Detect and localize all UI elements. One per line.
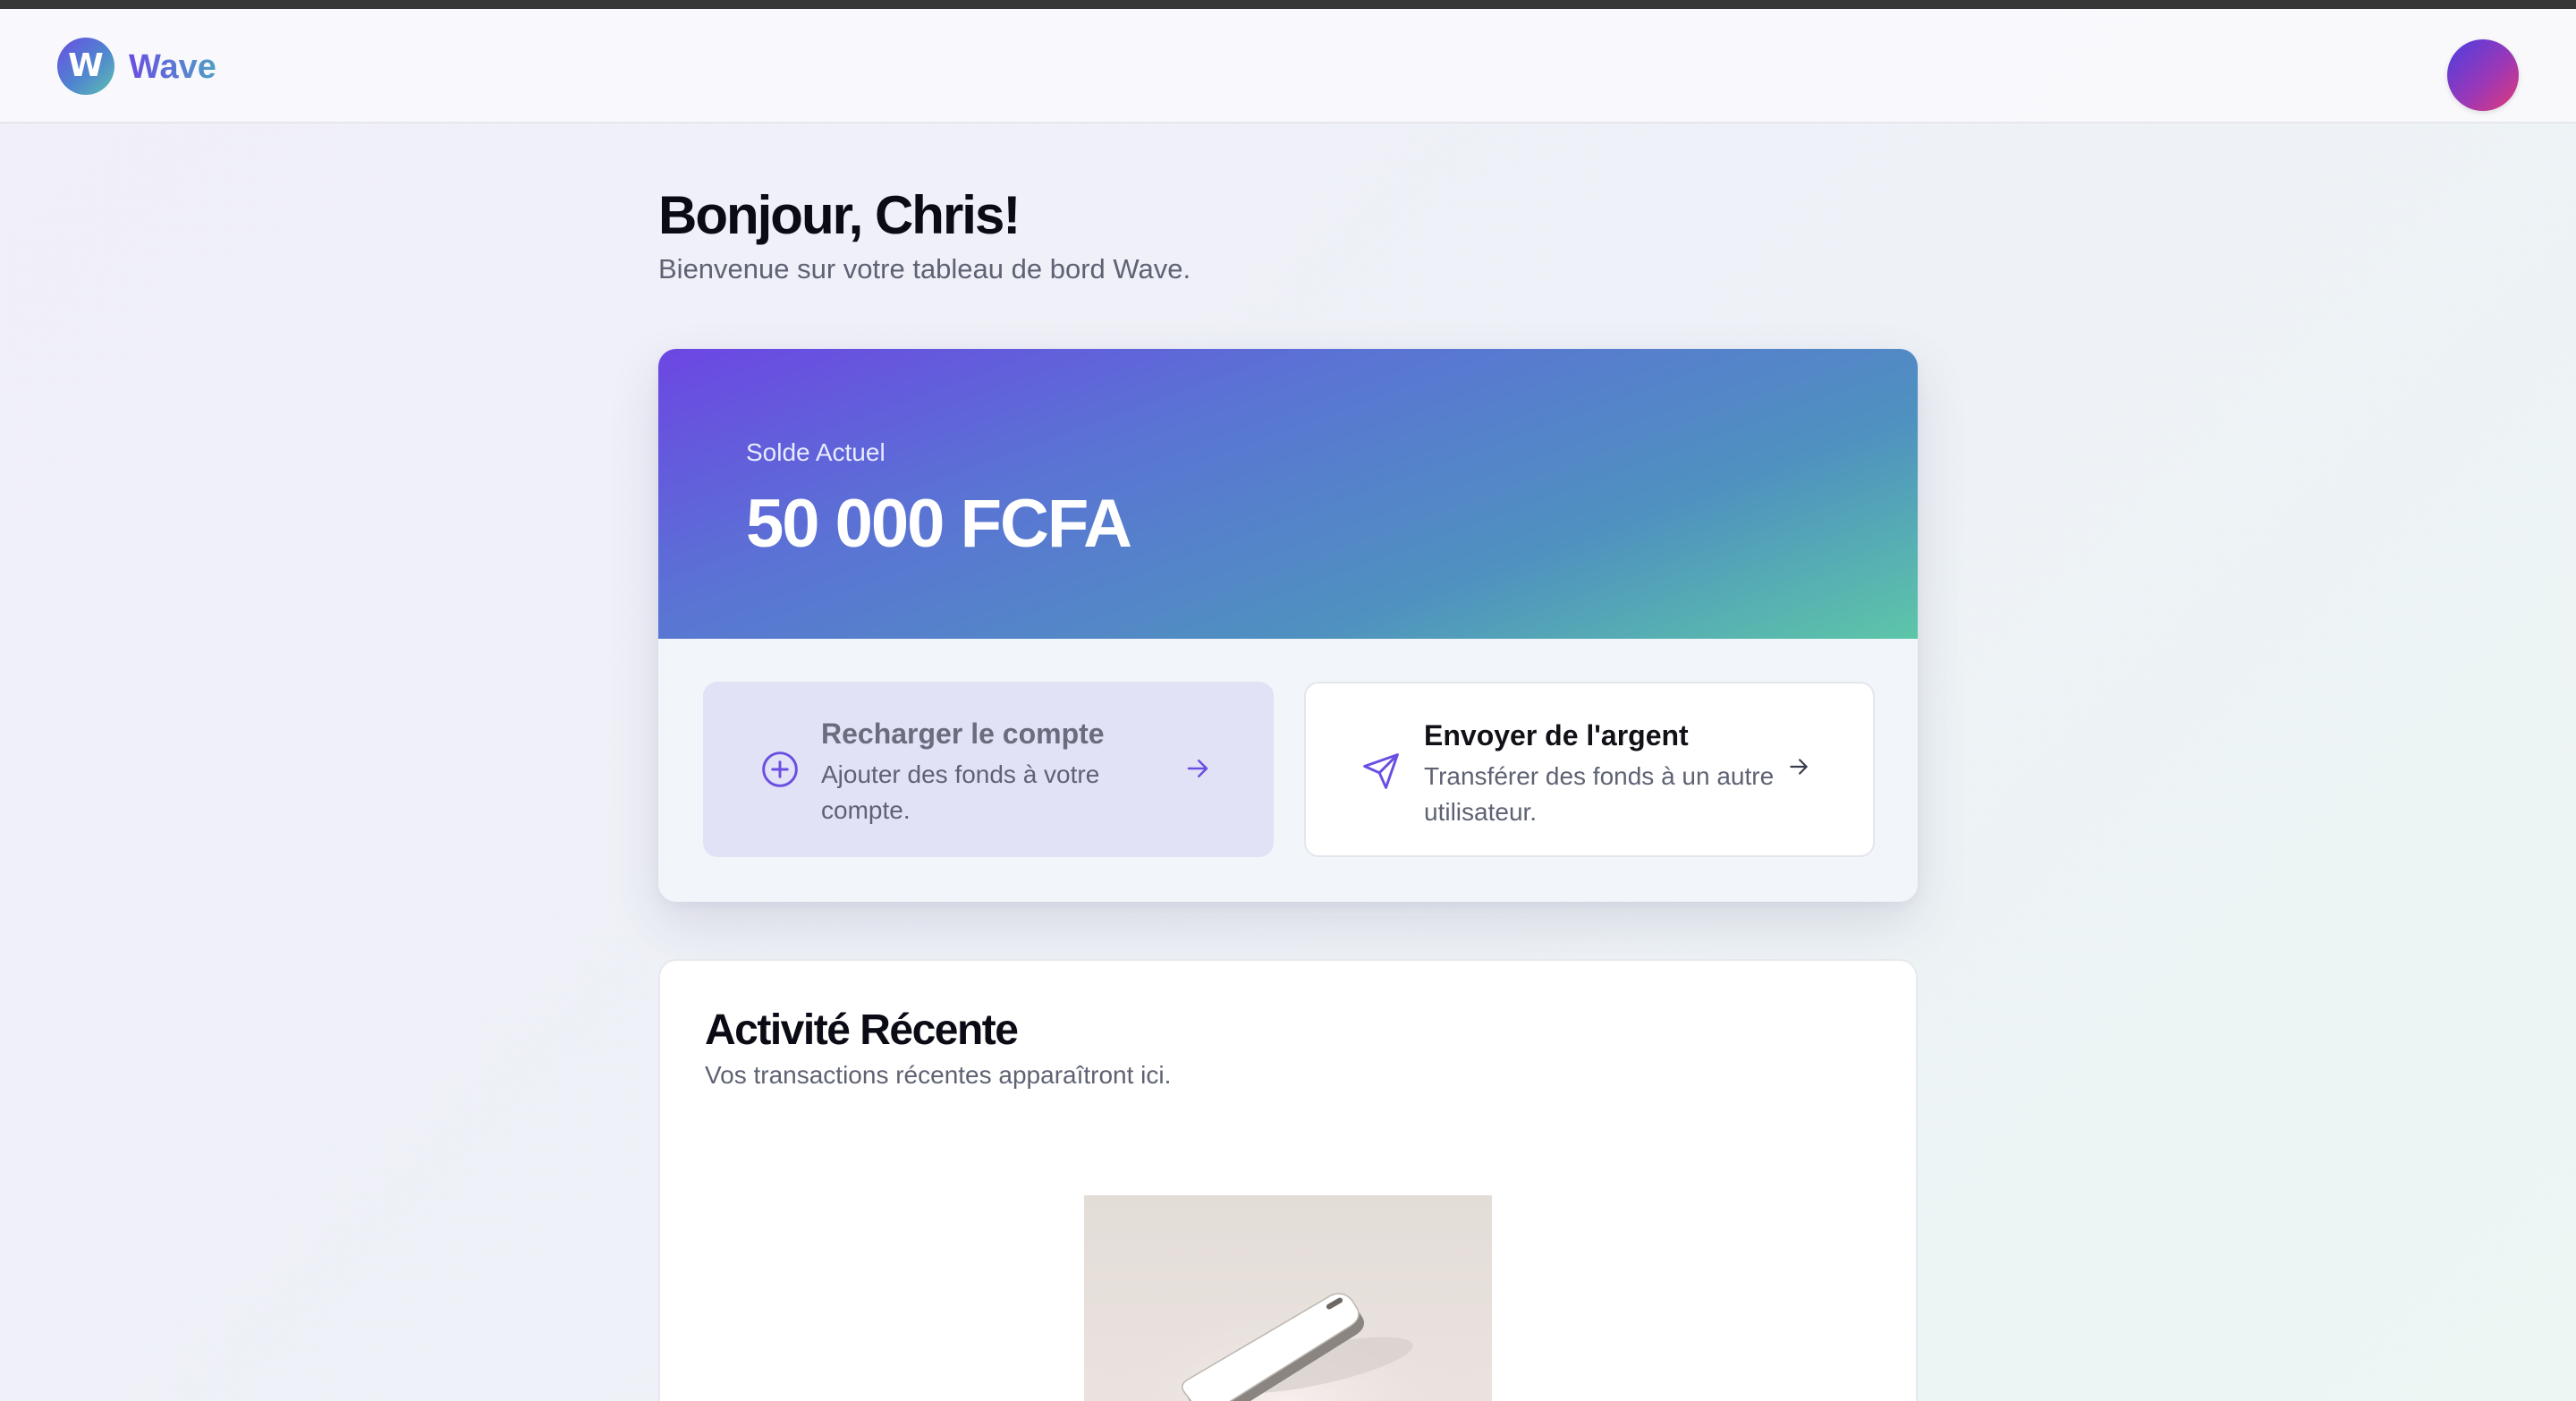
recent-activity-title: Activité Récente (705, 1006, 1019, 1054)
arrow-right-icon (1790, 759, 1808, 775)
send-description: Transférer des fonds à un autre utilisat… (1424, 762, 1775, 826)
wave-logo[interactable]: W (57, 38, 114, 95)
arrow-right-icon (1187, 760, 1208, 777)
balance-value: 50 000 FCFA (746, 486, 1132, 562)
send-title: Envoyer de l'argent (1424, 719, 1689, 751)
page-title: Bonjour, Chris! (658, 185, 1021, 245)
empty-state-phone-illustration (1084, 1195, 1492, 1401)
balance-label: Solde Actuel (746, 438, 886, 466)
send-icon (1363, 753, 1399, 789)
recent-activity-card: Activité Récente Vos transactions récent… (658, 959, 1918, 1401)
recent-activity-subtitle: Vos transactions récentes apparaîtront i… (705, 1061, 1172, 1089)
recharge-account-button[interactable]: Recharger le compte Ajouter des fonds à … (703, 682, 1274, 857)
send-money-button[interactable]: Envoyer de l'argent Transférer des fonds… (1304, 682, 1875, 857)
window-top-strip (0, 0, 2576, 9)
balance-card: Solde Actuel 50 000 FCFA Recharger le co… (658, 349, 1918, 902)
app-name[interactable]: Wave (129, 48, 216, 87)
plus-circle-icon (762, 751, 798, 787)
balance-banner: Solde Actuel 50 000 FCFA (658, 349, 1918, 639)
recharge-description: Ajouter des fonds à votre compte. (821, 760, 1100, 824)
top-navbar: W Wave (0, 9, 2576, 123)
recharge-title: Recharger le compte (821, 717, 1105, 750)
page-subtitle: Bienvenue sur votre tableau de bord Wave… (658, 253, 1191, 284)
user-avatar[interactable] (2447, 39, 2519, 111)
